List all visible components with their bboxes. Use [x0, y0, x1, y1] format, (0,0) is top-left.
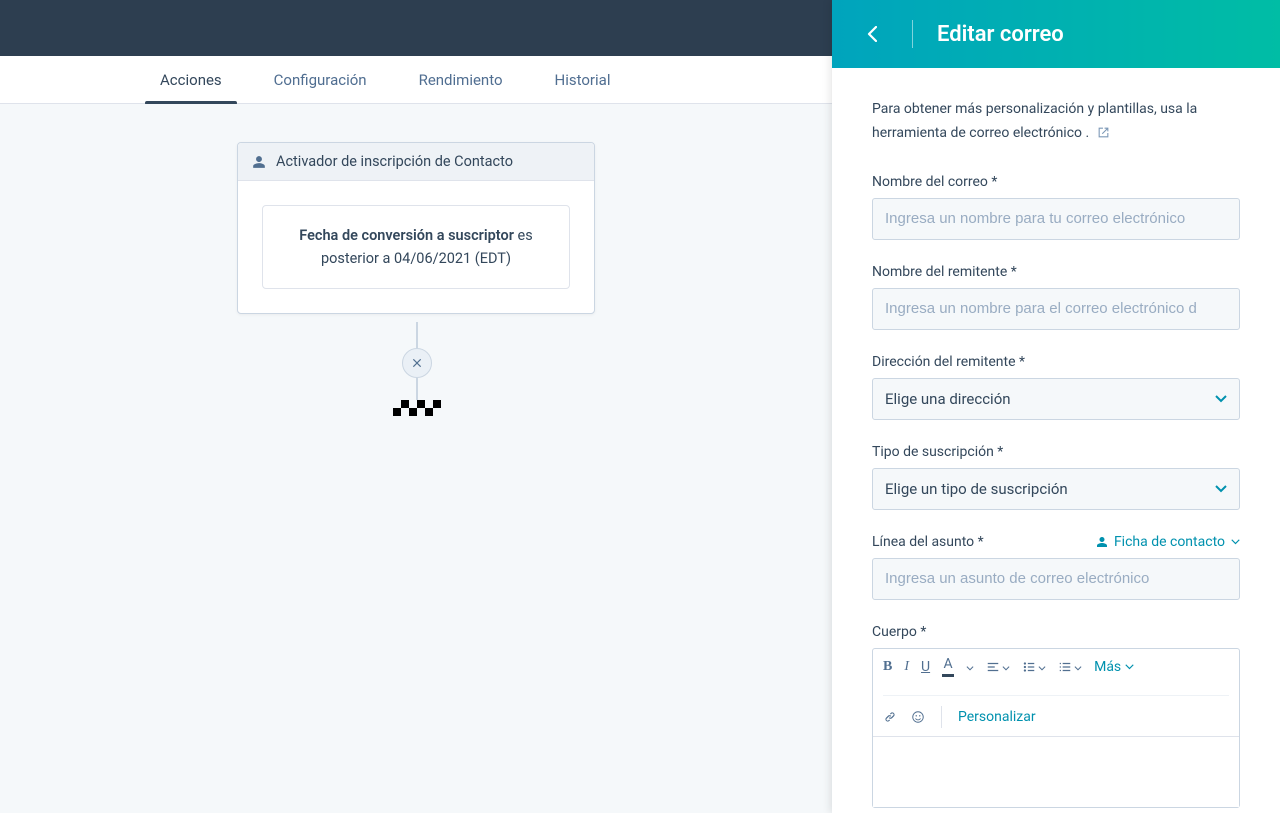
panel-header: Editar correo	[832, 0, 1280, 68]
link-button[interactable]	[883, 710, 897, 724]
trigger-property: Fecha de conversión a suscriptor	[299, 227, 514, 244]
back-button[interactable]	[856, 18, 888, 50]
personalize-button[interactable]: Personalizar	[958, 709, 1036, 725]
chevron-down-icon	[1231, 539, 1240, 545]
input-subject[interactable]	[872, 558, 1240, 600]
workflow-canvas[interactable]: Activador de inscripción de Contacto Fec…	[0, 104, 832, 813]
edit-email-panel: Editar correo Para obtener más personali…	[832, 0, 1280, 813]
indent-button[interactable]	[1058, 659, 1082, 675]
input-email-name[interactable]	[872, 198, 1240, 240]
panel-title: Editar correo	[937, 22, 1064, 47]
tab-history[interactable]: Historial	[555, 56, 611, 104]
label-email-name: Nombre del correo *	[872, 174, 1240, 190]
label-sender-address: Dirección del remitente *	[872, 354, 1240, 370]
bold-button[interactable]: B	[883, 659, 892, 675]
trigger-header-label: Activador de inscripción de Contacto	[276, 153, 513, 170]
chevron-down-icon	[1125, 664, 1134, 670]
remove-action-button[interactable]	[402, 348, 432, 378]
contact-token-button[interactable]: Ficha de contacto	[1096, 534, 1240, 550]
align-button[interactable]	[986, 659, 1010, 675]
chevron-down-icon	[1215, 485, 1227, 493]
bullet-list-icon	[1022, 660, 1036, 674]
text-color-button[interactable]: A	[942, 657, 954, 677]
select-sender-address[interactable]: Elige una dirección	[872, 378, 1240, 420]
close-icon	[410, 356, 424, 370]
select-subscription-type-value: Elige un tipo de suscripción	[885, 480, 1068, 498]
trigger-card-body: Fecha de conversión a suscriptor es post…	[238, 181, 594, 313]
field-body: Cuerpo * B I U A Más Person	[872, 624, 1240, 808]
trigger-condition[interactable]: Fecha de conversión a suscriptor es post…	[262, 205, 570, 289]
header-divider	[912, 20, 913, 48]
select-subscription-type[interactable]: Elige un tipo de suscripción	[872, 468, 1240, 510]
tab-config[interactable]: Configuración	[274, 56, 367, 104]
tab-performance[interactable]: Rendimiento	[419, 56, 503, 104]
underline-button[interactable]: U	[921, 659, 930, 675]
numbered-list-icon	[1058, 660, 1072, 674]
trigger-card-header: Activador de inscripción de Contacto	[238, 143, 594, 181]
field-email-name: Nombre del correo *	[872, 174, 1240, 240]
connector-line	[416, 322, 418, 348]
field-sender-name: Nombre del remitente *	[872, 264, 1240, 330]
connector-line-2	[416, 378, 418, 400]
editor-toolbar: B I U A Más Personalizar	[873, 649, 1239, 737]
label-sender-name: Nombre del remitente *	[872, 264, 1240, 280]
panel-body: Para obtener más personalización y plant…	[832, 68, 1280, 813]
field-subscription-type: Tipo de suscripción * Elige un tipo de s…	[872, 444, 1240, 510]
chevron-left-icon	[867, 26, 877, 42]
emoji-icon	[911, 710, 925, 724]
field-subject: Línea del asunto * Ficha de contacto	[872, 534, 1240, 600]
more-button[interactable]: Más	[1094, 659, 1134, 675]
field-sender-address: Dirección del remitente * Elige una dire…	[872, 354, 1240, 420]
input-sender-name[interactable]	[872, 288, 1240, 330]
label-subscription-type: Tipo de suscripción *	[872, 444, 1240, 460]
chevron-down-icon	[1215, 395, 1227, 403]
help-text: Para obtener más personalización y plant…	[872, 98, 1240, 148]
rich-text-editor: B I U A Más Personalizar	[872, 648, 1240, 808]
contact-icon	[1096, 536, 1108, 548]
select-sender-address-value: Elige una dirección	[885, 390, 1011, 408]
label-body: Cuerpo *	[872, 624, 1240, 640]
align-left-icon	[986, 660, 1000, 674]
enrollment-trigger-card[interactable]: Activador de inscripción de Contacto Fec…	[237, 142, 595, 314]
italic-button[interactable]: I	[904, 659, 909, 675]
tab-actions[interactable]: Acciones	[160, 56, 222, 104]
label-subject: Línea del asunto *	[872, 534, 984, 550]
external-link-icon[interactable]	[1097, 124, 1110, 148]
list-button[interactable]	[1022, 659, 1046, 675]
link-icon	[883, 710, 897, 724]
editor-content[interactable]	[873, 737, 1239, 807]
toolbar-separator	[941, 706, 942, 728]
emoji-button[interactable]	[911, 710, 925, 724]
text-color-caret[interactable]	[966, 659, 974, 675]
workflow-end-icon	[393, 400, 441, 416]
contact-icon	[252, 155, 266, 169]
trigger-value: 04/06/2021 (EDT)	[394, 250, 511, 267]
